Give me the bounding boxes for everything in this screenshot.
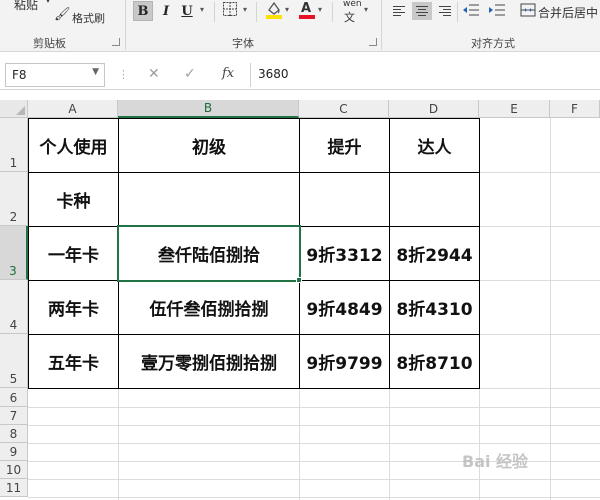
cell-b5[interactable]: 壹万零捌佰捌拾捌 (119, 335, 299, 388)
gridline (28, 425, 600, 426)
alignment-group-label: 对齐方式 (471, 37, 515, 50)
column-header-e[interactable]: E (479, 100, 550, 118)
cell-c5[interactable]: 9折9799 (300, 335, 389, 388)
align-left-button[interactable] (390, 2, 410, 20)
format-painter-button[interactable]: 格式刷 (72, 10, 105, 26)
cell-d1[interactable]: 达人 (390, 119, 479, 172)
cell-a4[interactable]: 两年卡 (29, 281, 118, 334)
row-header-1[interactable]: 1 (0, 118, 28, 172)
cell-a5[interactable]: 五年卡 (29, 335, 118, 388)
name-box[interactable]: F8 ▼ (5, 63, 105, 87)
cell-b3[interactable]: 叁仟陆佰捌拾 (119, 227, 299, 280)
paste-dropdown-icon[interactable]: ▾ (46, 0, 50, 5)
borders-icon[interactable] (222, 1, 239, 21)
formula-bar-divider (250, 63, 251, 87)
column-header-d[interactable]: D (389, 100, 479, 118)
cell-d5[interactable]: 8折8710 (390, 335, 479, 388)
row-header-9[interactable]: 9 (0, 443, 28, 461)
decrease-indent-icon[interactable] (462, 2, 480, 21)
align-center-button[interactable] (412, 2, 432, 20)
name-box-value: F8 (12, 68, 27, 82)
row-header-7[interactable]: 7 (0, 407, 28, 425)
select-all-button[interactable] (0, 100, 28, 118)
cell-d4[interactable]: 8折4310 (390, 281, 479, 334)
cell-a1[interactable]: 个人使用 (29, 119, 118, 172)
font-launcher-icon[interactable] (369, 38, 377, 46)
font-color-dropdown-icon[interactable]: ▾ (318, 5, 322, 14)
row-header-4[interactable]: 4 (0, 280, 28, 334)
column-header-b[interactable]: B (118, 100, 299, 118)
bold-button[interactable]: B (133, 1, 153, 21)
column-header-a[interactable]: A (28, 100, 118, 118)
cell-c4[interactable]: 9折4849 (300, 281, 389, 334)
fill-color-icon[interactable] (265, 0, 283, 23)
cell-a3[interactable]: 一年卡 (29, 227, 118, 280)
row-header-3[interactable]: 3 (0, 226, 28, 280)
gridline (28, 497, 600, 498)
formula-bar-grip-icon: ⋮ (118, 68, 129, 81)
cell-c1[interactable]: 提升 (300, 119, 389, 172)
merge-center-button[interactable]: 合并后居中 (538, 4, 598, 21)
column-header-c[interactable]: C (299, 100, 389, 118)
ribbon-divider (457, 2, 458, 22)
clipboard-group-label: 剪贴板 (33, 37, 66, 50)
increase-indent-icon[interactable] (488, 2, 506, 21)
gridline (28, 479, 600, 480)
ribbon: 粘贴 ▾ 🖌 格式刷 剪贴板 B I U ▾ ▾ ▾ A ▾ wén 文 ▾ 字… (0, 0, 600, 52)
insert-function-button[interactable]: fx (222, 66, 234, 81)
formula-bar: F8 ▼ ⋮ ✕ ✓ fx 3680 (0, 60, 600, 90)
borders-dropdown-icon[interactable]: ▾ (243, 5, 247, 14)
font-color-icon[interactable]: A (298, 0, 316, 23)
font-group-label: 字体 (232, 37, 254, 50)
cancel-entry-icon[interactable]: ✕ (148, 66, 160, 82)
formula-input[interactable]: 3680 (258, 67, 289, 81)
fill-color-dropdown-icon[interactable]: ▾ (285, 5, 289, 14)
format-painter-icon: 🖌 (54, 7, 71, 22)
ribbon-divider (332, 2, 333, 22)
fill-handle[interactable] (296, 277, 302, 283)
row-header-6[interactable]: 6 (0, 388, 28, 407)
cell-a2[interactable]: 卡种 (29, 173, 118, 226)
row-header-8[interactable]: 8 (0, 425, 28, 443)
phonetic-dropdown-icon[interactable]: ▾ (364, 5, 368, 14)
watermark-logo: Bai 经验 (462, 452, 529, 471)
row-header-5[interactable]: 5 (0, 334, 28, 388)
underline-dropdown-icon[interactable]: ▾ (200, 5, 204, 14)
gridline (28, 443, 600, 444)
svg-text:A: A (301, 1, 311, 16)
underline-button[interactable]: U (177, 1, 197, 21)
ribbon-divider (125, 0, 126, 50)
ribbon-divider (381, 0, 382, 50)
cell-b1[interactable]: 初级 (119, 119, 299, 172)
worksheet-grid[interactable]: A B C D E F 1 2 3 4 5 6 7 8 9 10 11 个人使用… (0, 100, 600, 500)
phonetic-guide-button[interactable]: wén (343, 0, 362, 9)
merge-center-icon[interactable] (520, 2, 536, 21)
row-header-11[interactable]: 11 (0, 479, 28, 497)
align-right-button[interactable] (434, 2, 454, 20)
phonetic-icon: 文 (344, 11, 355, 24)
italic-button[interactable]: I (156, 1, 176, 21)
cell-d3[interactable]: 8折2944 (390, 227, 479, 280)
cell-c3[interactable]: 9折3312 (300, 227, 389, 280)
ribbon-divider (214, 2, 215, 22)
row-header-2[interactable]: 2 (0, 172, 28, 226)
ribbon-divider (256, 2, 257, 22)
name-box-dropdown-icon[interactable]: ▼ (92, 67, 99, 77)
table-border (479, 118, 480, 389)
table-border (28, 388, 480, 389)
confirm-entry-icon[interactable]: ✓ (184, 66, 196, 82)
clipboard-launcher-icon[interactable] (112, 38, 120, 46)
column-header-f[interactable]: F (550, 100, 600, 118)
gridline (28, 407, 600, 408)
cell-b4[interactable]: 伍仟叁佰捌拾捌 (119, 281, 299, 334)
row-header-10[interactable]: 10 (0, 461, 28, 479)
paste-button[interactable]: 粘贴 (14, 0, 38, 13)
